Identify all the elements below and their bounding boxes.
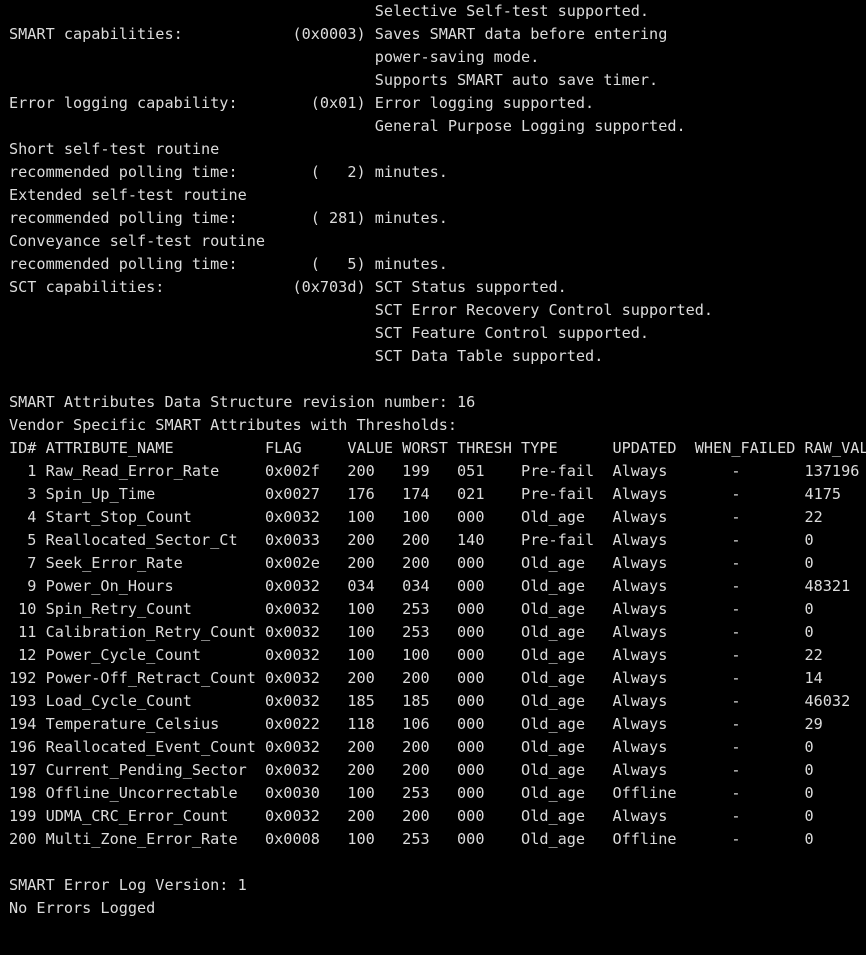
terminal-line: Vendor Specific SMART Attributes with Th…: [9, 416, 458, 434]
attribute-row: 192 Power-Off_Retract_Count 0x0032 200 2…: [9, 669, 823, 687]
attribute-row: 196 Reallocated_Event_Count 0x0032 200 2…: [9, 738, 814, 756]
attribute-row: 5 Reallocated_Sector_Ct 0x0033 200 200 1…: [9, 531, 814, 549]
terminal-line: Error logging capability: (0x01) Error l…: [9, 94, 595, 112]
terminal-line: General Purpose Logging supported.: [9, 117, 686, 135]
terminal-line: SMART Attributes Data Structure revision…: [9, 393, 476, 411]
terminal-line: Extended self-test routine: [9, 186, 247, 204]
attribute-row: 194 Temperature_Celsius 0x0022 118 106 0…: [9, 715, 823, 733]
attribute-row: 9 Power_On_Hours 0x0032 034 034 000 Old_…: [9, 577, 851, 595]
attribute-row: 198 Offline_Uncorrectable 0x0030 100 253…: [9, 784, 814, 802]
terminal-line: SMART capabilities: (0x0003) Saves SMART…: [9, 25, 668, 43]
terminal-line: SCT Feature Control supported.: [9, 324, 650, 342]
attribute-row: 193 Load_Cycle_Count 0x0032 185 185 000 …: [9, 692, 851, 710]
attribute-row: 4 Start_Stop_Count 0x0032 100 100 000 Ol…: [9, 508, 823, 526]
terminal-line: recommended polling time: ( 281) minutes…: [9, 209, 448, 227]
attribute-row: 11 Calibration_Retry_Count 0x0032 100 25…: [9, 623, 814, 641]
terminal-line: power-saving mode.: [9, 48, 540, 66]
terminal-line: SCT Data Table supported.: [9, 347, 604, 365]
attribute-row: 200 Multi_Zone_Error_Rate 0x0008 100 253…: [9, 830, 814, 848]
terminal-output[interactable]: Selective Self-test supported. SMART cap…: [9, 0, 866, 955]
attribute-table-header: ID# ATTRIBUTE_NAME FLAG VALUE WORST THRE…: [9, 439, 866, 457]
attribute-row: 3 Spin_Up_Time 0x0027 176 174 021 Pre-fa…: [9, 485, 842, 503]
terminal-line: Short self-test routine: [9, 140, 220, 158]
attribute-row: 10 Spin_Retry_Count 0x0032 100 253 000 O…: [9, 600, 814, 618]
error-log-version: SMART Error Log Version: 1: [9, 876, 247, 894]
attribute-row: 1 Raw_Read_Error_Rate 0x002f 200 199 051…: [9, 462, 860, 480]
terminal-line: SCT Error Recovery Control supported.: [9, 301, 714, 319]
attribute-row: 199 UDMA_CRC_Error_Count 0x0032 200 200 …: [9, 807, 814, 825]
terminal-line: Conveyance self-test routine: [9, 232, 266, 250]
terminal-line: Supports SMART auto save timer.: [9, 71, 659, 89]
terminal-line: recommended polling time: ( 2) minutes.: [9, 163, 448, 181]
attribute-row: 12 Power_Cycle_Count 0x0032 100 100 000 …: [9, 646, 823, 664]
terminal-line: SCT capabilities: (0x703d) SCT Status su…: [9, 278, 567, 296]
error-log-status: No Errors Logged: [9, 899, 156, 917]
terminal-line: recommended polling time: ( 5) minutes.: [9, 255, 448, 273]
attribute-row: 197 Current_Pending_Sector 0x0032 200 20…: [9, 761, 814, 779]
terminal-line: Selective Self-test supported.: [9, 2, 650, 20]
attribute-row: 7 Seek_Error_Rate 0x002e 200 200 000 Old…: [9, 554, 814, 572]
